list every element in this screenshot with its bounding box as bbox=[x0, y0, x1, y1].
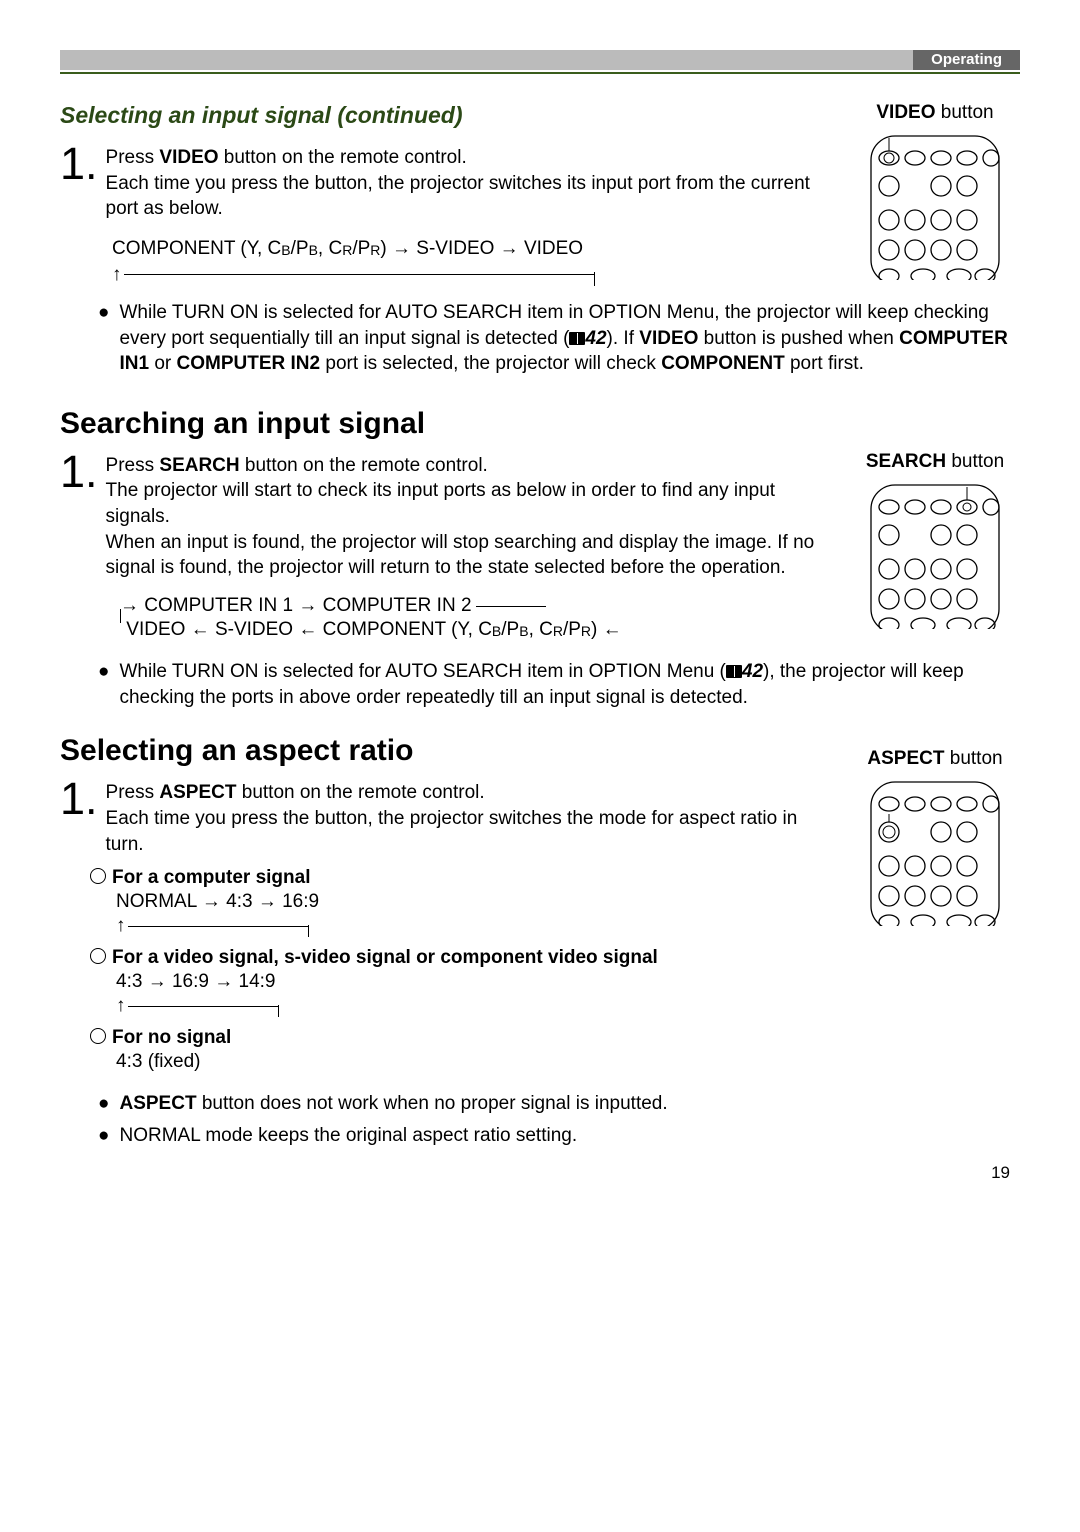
sub-head-video: For a video signal, s-video signal or co… bbox=[90, 947, 830, 969]
remote-illustration-search bbox=[865, 479, 1005, 629]
step-1: 1. Press VIDEO button on the remote cont… bbox=[60, 143, 830, 222]
step-body: Press ASPECT button on the remote contro… bbox=[106, 778, 830, 857]
remote-illustration-video bbox=[865, 130, 1005, 280]
aspect-nosignal: 4:3 (fixed) bbox=[116, 1051, 830, 1073]
section-title-continued: Selecting an input signal (continued) bbox=[60, 102, 830, 129]
book-icon bbox=[726, 665, 742, 678]
search-button-label: SEARCH button bbox=[850, 451, 1020, 473]
signal-chain: COMPONENT (Y, CB/PB, CR/PR) → S-VIDEO → … bbox=[112, 238, 830, 286]
section-tab: Operating bbox=[913, 50, 1020, 70]
sec1-bullet: ● While TURN ON is selected for AUTO SEA… bbox=[98, 300, 1020, 377]
step-body: Press SEARCH button on the remote contro… bbox=[106, 451, 830, 581]
step-number: 1. bbox=[60, 143, 98, 222]
aspect-chain-video: 4:3 → 16:9 → 14:9 ↑ bbox=[116, 971, 830, 1017]
step-number: 1. bbox=[60, 778, 98, 857]
section-head-search: Searching an input signal bbox=[60, 407, 1020, 441]
sec2-bullet: ● While TURN ON is selected for AUTO SEA… bbox=[98, 659, 1020, 710]
header-bar: Operating bbox=[60, 50, 1020, 70]
port-sequence: → COMPUTER IN 1 → COMPUTER IN 2 VIDEO ← … bbox=[120, 595, 830, 641]
video-button-label: VIDEO button bbox=[850, 102, 1020, 124]
step-1-aspect: 1. Press ASPECT button on the remote con… bbox=[60, 778, 830, 857]
page-number: 19 bbox=[991, 1163, 1010, 1183]
aspect-chain-computer: NORMAL → 4:3 → 16:9 ↑ bbox=[116, 891, 830, 937]
step-number: 1. bbox=[60, 451, 98, 581]
step-1-search: 1. Press SEARCH button on the remote con… bbox=[60, 451, 830, 581]
sub-head-nosignal: For no signal bbox=[90, 1027, 830, 1049]
sub-head-computer: For a computer signal bbox=[90, 867, 830, 889]
remote-illustration-aspect bbox=[865, 776, 1005, 926]
divider bbox=[60, 72, 1020, 74]
book-icon bbox=[569, 332, 585, 345]
sec3-bullet-1: ● ASPECT button does not work when no pr… bbox=[98, 1091, 1020, 1117]
sec3-bullet-2: ● NORMAL mode keeps the original aspect … bbox=[98, 1123, 1020, 1149]
aspect-button-label: ASPECT button bbox=[850, 748, 1020, 770]
step-body: Press VIDEO button on the remote control… bbox=[106, 143, 830, 222]
